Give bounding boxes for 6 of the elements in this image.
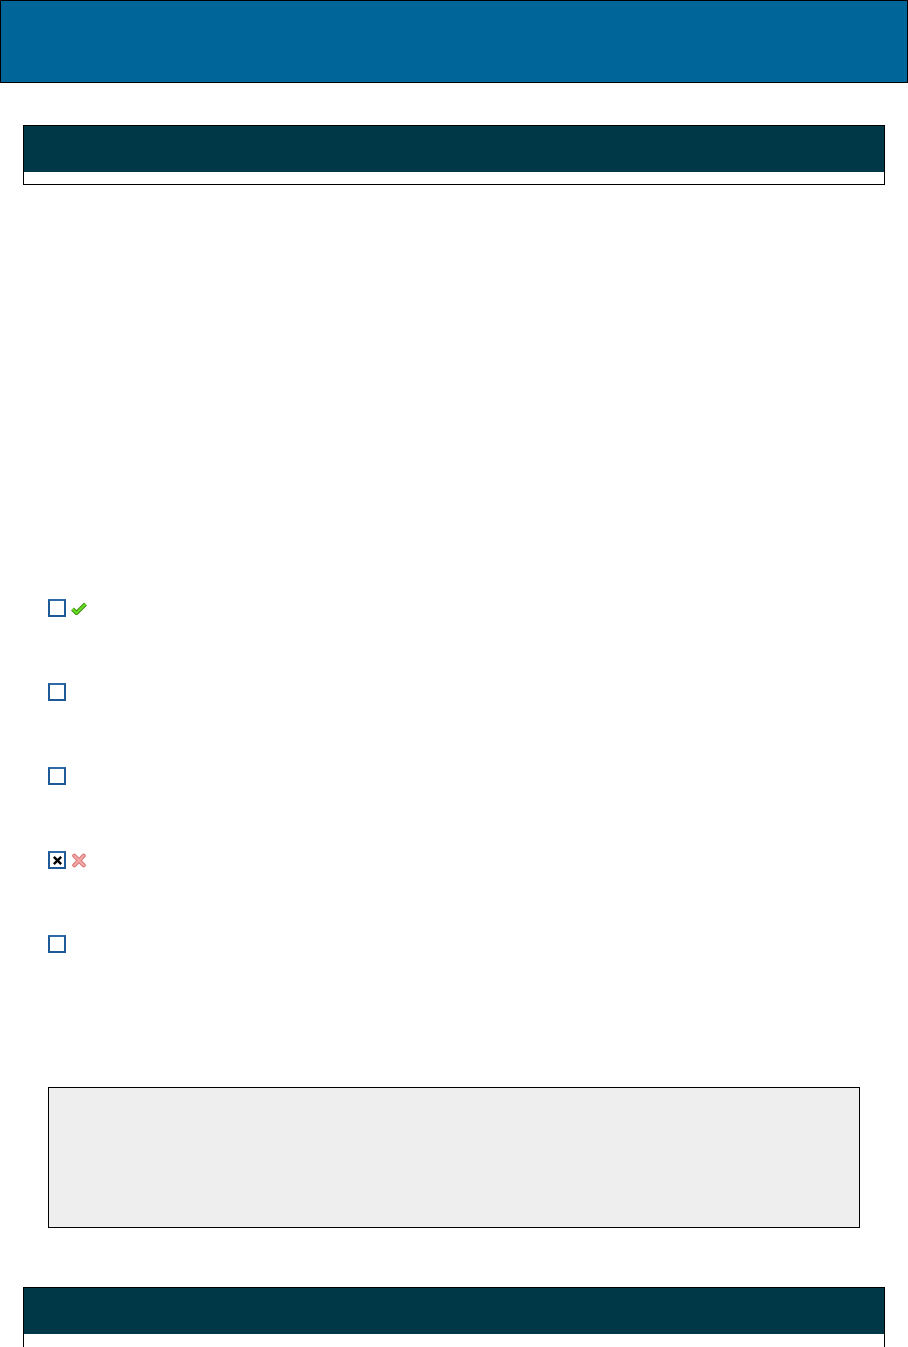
checkbox[interactable]	[48, 851, 66, 869]
checkbox[interactable]	[48, 683, 66, 701]
checkbox[interactable]	[48, 767, 66, 785]
x-mark-icon	[51, 854, 63, 866]
checkbox[interactable]	[48, 599, 66, 617]
checkbox[interactable]	[48, 935, 66, 953]
